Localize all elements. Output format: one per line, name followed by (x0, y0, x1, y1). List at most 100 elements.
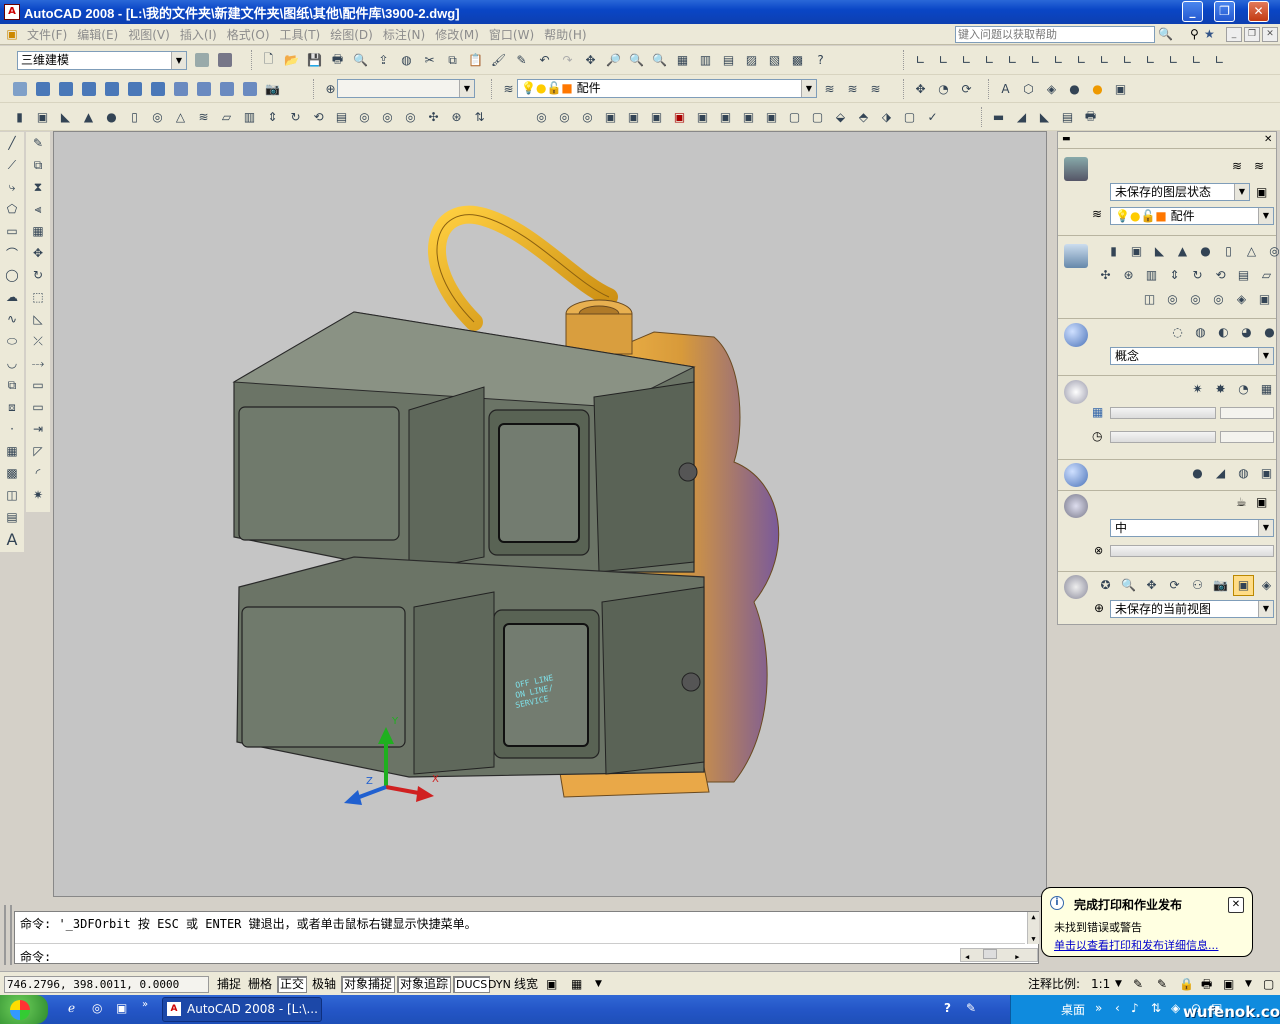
left-view-icon[interactable] (78, 79, 99, 100)
workspace-settings-icon[interactable] (191, 50, 212, 71)
ucs-apply-icon[interactable]: ∟ (1186, 50, 1207, 71)
match-properties-icon[interactable]: 🖌 (488, 50, 509, 71)
notification-balloon[interactable]: i 完成打印和作业发布 ✕ 未找到错误或警告 单击以查看打印和发布详细信息... (1041, 887, 1253, 957)
plot-preview-icon[interactable]: 🔍 (350, 50, 371, 71)
document-icon[interactable]: ▣ (4, 26, 20, 42)
line-weight-icon[interactable]: ▬ (988, 107, 1009, 128)
sheet-icon[interactable]: ▤ (1057, 107, 1078, 128)
box-icon[interactable]: ⬡ (1018, 79, 1039, 100)
design-center-icon[interactable]: ▥ (695, 50, 716, 71)
plot-publish-icon[interactable]: ▣ (1220, 976, 1237, 993)
ellipse-icon[interactable]: ⬭ (2, 330, 23, 352)
plot-status-icon[interactable]: 🖶 (1198, 976, 1215, 993)
extrude-icon[interactable]: ▥ (239, 107, 260, 128)
cube-icon[interactable]: ◈ (1041, 79, 1062, 100)
light-list-icon[interactable]: ◔ (1233, 379, 1254, 400)
doc-restore-button[interactable]: ❐ (1244, 27, 1260, 42)
copy-edges-icon[interactable]: ▢ (784, 107, 805, 128)
render-teapot-icon[interactable]: ☕ (1236, 495, 1247, 509)
coordinate-display[interactable]: 746.2796, 398.0011, 0.0000 (4, 976, 209, 993)
menu-insert[interactable]: 插入(I) (175, 26, 222, 43)
table-icon[interactable]: ▤ (2, 506, 23, 528)
command-prompt[interactable]: 命令: (15, 946, 955, 964)
imprint-icon[interactable]: ⬙ (830, 107, 851, 128)
pyramid-icon[interactable]: △ (170, 107, 191, 128)
drawing-viewport[interactable]: OFF LINE ON LINE/ SERVICE Y X Z (53, 131, 1047, 897)
text-icon[interactable]: A (995, 79, 1016, 100)
desktop-label[interactable]: 桌面 (1061, 1001, 1085, 1018)
command-history-scrollbar[interactable]: ▲ ▼ (1027, 912, 1039, 944)
named-views-icon[interactable] (9, 79, 30, 100)
palette-polysolid-icon[interactable]: ▮ (1103, 241, 1124, 262)
render-settings-icon[interactable]: ▣ (1110, 79, 1131, 100)
render-clear-icon[interactable]: ⊗ (1094, 544, 1103, 557)
layer-states-icon[interactable]: ≋ (1232, 159, 1242, 173)
camera-icon[interactable]: 📷 (262, 79, 283, 100)
offset-icon[interactable]: ⫷ (28, 198, 49, 220)
rectangle-icon[interactable]: ▭ (2, 220, 23, 242)
plot-style-icon[interactable]: ◣ (1034, 107, 1055, 128)
desktop-icon[interactable]: ▣ (116, 1001, 127, 1015)
security-icon[interactable]: ◈ (1171, 1001, 1180, 1015)
copy-faces-icon[interactable]: ▣ (738, 107, 759, 128)
polygon-icon[interactable]: ⬠ (2, 198, 23, 220)
help-tray-icon[interactable]: ? (944, 1001, 951, 1015)
ucs-world-icon[interactable]: ∟ (933, 50, 954, 71)
break-at-point-icon[interactable]: ▭ (28, 374, 49, 396)
workspace-dropdown[interactable]: 三维建模 ▼ (17, 51, 187, 70)
loft-icon[interactable]: ▤ (331, 107, 352, 128)
ucs-previous-icon[interactable]: ∟ (956, 50, 977, 71)
materials-panel-icon[interactable] (1064, 463, 1088, 487)
nav-perspective-icon[interactable]: ▣ (1233, 574, 1254, 596)
palette-revolve-icon[interactable]: ⟲ (1210, 265, 1231, 286)
ucs-icon[interactable]: ∟ (910, 50, 931, 71)
ucs-named-icon[interactable]: ∟ (1209, 50, 1230, 71)
extend-icon[interactable]: ⤏ (28, 352, 49, 374)
open-file-icon[interactable]: 📂 (281, 50, 302, 71)
scale-icon[interactable]: ⬚ (28, 286, 49, 308)
3d-dwf-icon[interactable]: ◍ (396, 50, 417, 71)
menu-format[interactable]: 格式(O) (222, 26, 275, 43)
3d-align-icon[interactable]: ⇅ (469, 107, 490, 128)
nav-zoom-icon[interactable]: 🔍 (1118, 575, 1139, 596)
start-button[interactable] (0, 995, 48, 1024)
block-editor-icon[interactable]: ✎ (511, 50, 532, 71)
communication-icon[interactable]: ⚲ (1190, 27, 1199, 41)
clean-screen-icon[interactable]: ▢ (1260, 976, 1277, 993)
palette-3d-move-icon[interactable]: ✣ (1095, 265, 1116, 286)
menu-draw[interactable]: 绘图(D) (325, 26, 378, 43)
pen-tray-icon[interactable]: ✎ (966, 1001, 976, 1015)
navigation-panel-icon[interactable] (1064, 575, 1088, 599)
layer-walk-icon[interactable]: ≋ (1254, 159, 1264, 173)
time-slider[interactable] (1110, 431, 1216, 443)
ucs-face-icon[interactable]: ∟ (979, 50, 1000, 71)
ucs-y-icon[interactable]: ∟ (1140, 50, 1161, 71)
zoom-window-icon[interactable]: 🔍 (626, 50, 647, 71)
command-horizontal-scrollbar[interactable]: ◀ ▶ (960, 948, 1038, 962)
3d-zoom-icon[interactable]: ◔ (933, 79, 954, 100)
cut-icon[interactable]: ✂ (419, 50, 440, 71)
stretch-icon[interactable]: ◺ (28, 308, 49, 330)
help-icon[interactable]: ? (810, 50, 831, 71)
union-icon[interactable]: ◎ (354, 107, 375, 128)
nav-pan-icon[interactable]: ✥ (1141, 575, 1162, 596)
ortho-toggle[interactable]: 正交 (277, 976, 308, 993)
notification-link[interactable]: 单击以查看打印和发布详细信息... (1054, 937, 1219, 953)
palette-extrude-icon[interactable]: ▥ (1141, 265, 1162, 286)
shell-icon[interactable]: ▢ (899, 107, 920, 128)
doc-minimize-button[interactable]: _ (1226, 27, 1242, 42)
material-map-icon[interactable]: ◍ (1233, 463, 1254, 484)
clean-icon[interactable]: ⬘ (853, 107, 874, 128)
sphere-icon[interactable]: ● (101, 107, 122, 128)
3d-rotate-icon[interactable]: ⊛ (446, 107, 467, 128)
spline-icon[interactable]: ∿ (2, 308, 23, 330)
render-progress-slider[interactable] (1110, 545, 1274, 557)
layer-manager-icon[interactable]: ≋ (498, 79, 519, 100)
taper-faces-icon[interactable]: ▣ (715, 107, 736, 128)
material-attach-icon[interactable]: ◢ (1210, 463, 1231, 484)
separate-icon[interactable]: ⬗ (876, 107, 897, 128)
trim-icon[interactable]: ⤫ (28, 330, 49, 352)
multiline-text-icon[interactable]: A (2, 528, 23, 550)
bottom-view-icon[interactable] (55, 79, 76, 100)
grid-toggle[interactable]: 栅格 (245, 976, 275, 993)
